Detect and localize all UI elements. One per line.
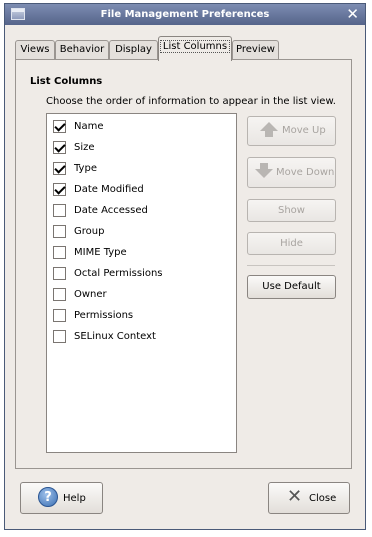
- tab-list-columns[interactable]: List Columns: [158, 36, 232, 61]
- column-checkbox[interactable]: [53, 183, 66, 196]
- close-icon[interactable]: ✕: [346, 6, 359, 22]
- column-checkbox[interactable]: [53, 120, 66, 133]
- tab-display[interactable]: Display: [109, 40, 158, 60]
- button-separator: [247, 265, 335, 266]
- column-checkbox[interactable]: [53, 204, 66, 217]
- section-description: Choose the order of information to appea…: [46, 96, 336, 107]
- list-columns-panel: List Columns Choose the order of informa…: [15, 59, 352, 469]
- move-down-button[interactable]: Move Down: [247, 157, 336, 188]
- tab-behavior[interactable]: Behavior: [55, 40, 109, 60]
- column-checkbox[interactable]: [53, 267, 66, 280]
- column-checkbox[interactable]: [53, 225, 66, 238]
- column-checkbox[interactable]: [53, 141, 66, 154]
- use-default-button[interactable]: Use Default: [247, 275, 336, 299]
- title-bar[interactable]: File Management Preferences ✕: [5, 4, 365, 25]
- column-checkbox[interactable]: [53, 330, 66, 343]
- window-title: File Management Preferences: [100, 9, 270, 20]
- move-up-button[interactable]: Move Up: [247, 116, 336, 146]
- column-checkbox[interactable]: [53, 162, 66, 175]
- close-x-icon: ✕: [287, 486, 303, 507]
- show-button[interactable]: Show: [247, 199, 336, 222]
- help-button[interactable]: ? Help: [20, 482, 103, 514]
- column-checkbox[interactable]: [53, 309, 66, 322]
- tab-views[interactable]: Views: [15, 40, 55, 60]
- column-checkbox[interactable]: [53, 288, 66, 301]
- tab-preview[interactable]: Preview: [232, 40, 279, 60]
- hide-button[interactable]: Hide: [247, 232, 336, 255]
- close-button[interactable]: ✕ Close: [268, 482, 350, 514]
- section-title: List Columns: [30, 76, 103, 87]
- columns-list[interactable]: Name Size Type Date Modified Date Access…: [46, 113, 237, 453]
- help-icon: ?: [38, 487, 58, 507]
- arrow-down-icon: [255, 169, 273, 178]
- column-checkbox[interactable]: [53, 246, 66, 259]
- arrow-up-icon: [260, 122, 278, 131]
